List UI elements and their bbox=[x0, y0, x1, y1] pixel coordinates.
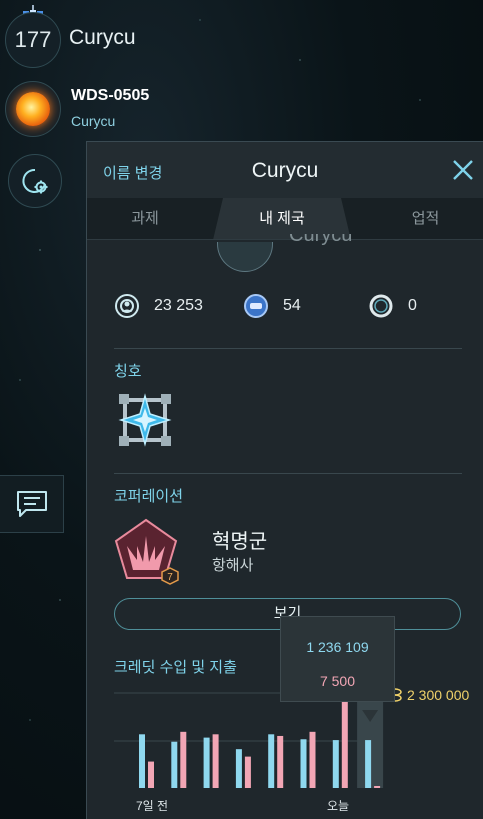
ring-icon bbox=[369, 294, 393, 318]
expense-bar bbox=[180, 731, 187, 788]
stat-influence: 23 253 bbox=[114, 293, 203, 319]
corporation-role: 항해사 bbox=[212, 557, 254, 574]
stat-ring-value: 0 bbox=[408, 297, 417, 314]
level-badge[interactable]: 177 bbox=[5, 12, 61, 68]
empire-panel: 이름 변경 Curycu 과제 내 제국 업적 Curycu 23 253 54 bbox=[86, 141, 483, 819]
stat-influence-value: 23 253 bbox=[154, 297, 203, 314]
empire-name-partial: Curycu bbox=[289, 234, 353, 246]
income-bar bbox=[171, 741, 178, 788]
planet-settings-icon bbox=[22, 168, 48, 194]
chat-button[interactable] bbox=[0, 475, 64, 533]
expense-bar bbox=[277, 735, 284, 788]
expense-bar bbox=[374, 786, 381, 788]
divider bbox=[114, 348, 462, 349]
tooltip-income: 1 236 109 bbox=[306, 639, 369, 655]
fleet-icon bbox=[244, 294, 268, 318]
panel-title: Curycu bbox=[251, 159, 319, 182]
income-bar bbox=[203, 737, 210, 788]
title-section-label: 칭호 bbox=[114, 363, 142, 380]
avatar bbox=[217, 242, 273, 272]
income-bar bbox=[300, 739, 307, 788]
tab-achievements[interactable]: 업적 bbox=[367, 198, 483, 240]
chart-tooltip: 1 236 109 7 500 bbox=[280, 616, 395, 702]
income-bar bbox=[268, 734, 275, 788]
star-emblem-icon[interactable] bbox=[117, 392, 173, 448]
credits-section-label: 크레딧 수입 및 지출 bbox=[114, 659, 237, 676]
planet-owner: Curycu bbox=[71, 113, 116, 129]
corporation-name[interactable]: 혁명군 bbox=[212, 525, 267, 554]
close-icon[interactable] bbox=[451, 158, 475, 182]
corporation-level-badge: 7 bbox=[167, 572, 173, 583]
expense-bar bbox=[148, 761, 154, 788]
level-number: 177 bbox=[14, 27, 52, 52]
chat-icon bbox=[16, 491, 47, 517]
player-name[interactable]: Curycu bbox=[69, 26, 136, 50]
tab-divider bbox=[87, 239, 483, 240]
corporation-emblem-icon[interactable]: 7 bbox=[113, 516, 183, 588]
planet-button[interactable] bbox=[5, 81, 61, 137]
stat-fleet: 54 bbox=[243, 293, 301, 319]
x-axis-end-label: 오늘 bbox=[327, 799, 350, 813]
panel-header: 이름 변경 Curycu bbox=[87, 142, 483, 198]
settings-button[interactable] bbox=[8, 154, 62, 208]
income-bar bbox=[332, 740, 339, 788]
stat-fleet-value: 54 bbox=[283, 297, 301, 314]
sun-icon bbox=[16, 92, 50, 126]
expense-bar bbox=[212, 734, 219, 788]
corporation-section-label: 코퍼레이션 bbox=[114, 488, 184, 505]
tooltip-expense: 7 500 bbox=[319, 673, 356, 689]
income-bar bbox=[365, 740, 372, 788]
tab-tasks[interactable]: 과제 bbox=[87, 198, 203, 240]
income-bar bbox=[235, 749, 242, 788]
income-bar bbox=[139, 734, 145, 788]
influence-icon bbox=[115, 294, 139, 318]
planet-title[interactable]: WDS-0505 bbox=[71, 87, 149, 105]
divider bbox=[114, 473, 462, 474]
expense-bar bbox=[309, 731, 316, 788]
x-axis-start-label: 7일 전 bbox=[136, 799, 169, 813]
expense-bar bbox=[244, 756, 251, 788]
stat-ring: 0 bbox=[368, 293, 417, 319]
